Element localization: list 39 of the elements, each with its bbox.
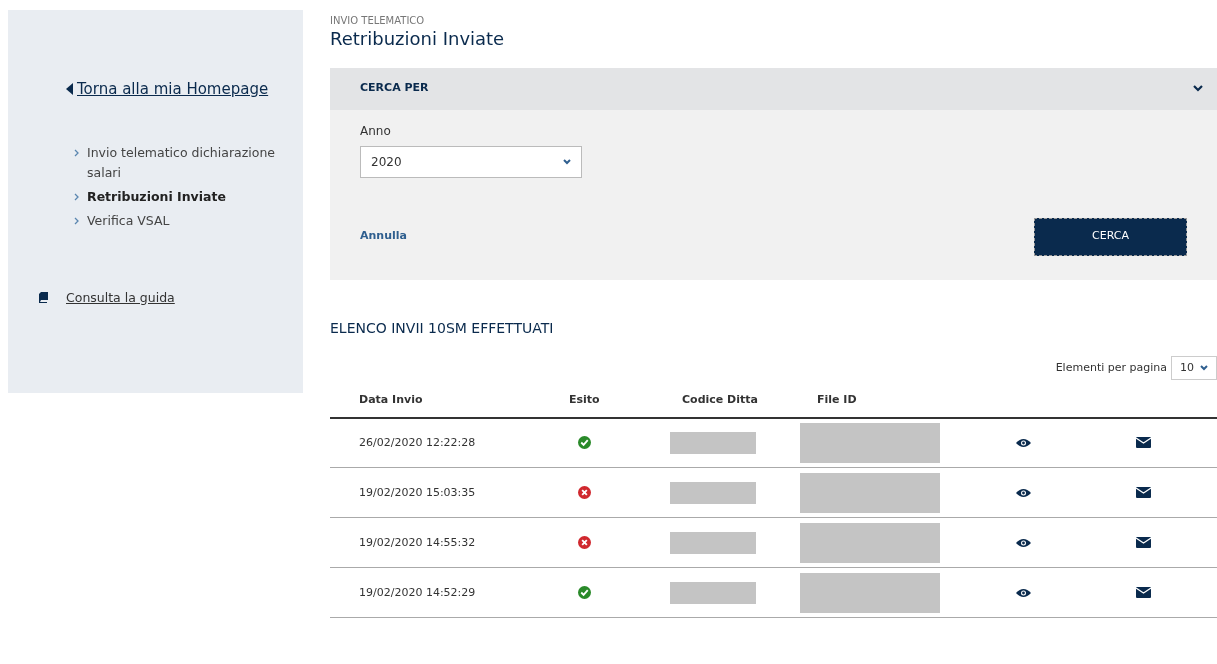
chevron-right-icon [74,216,79,225]
year-select[interactable]: 2020 [360,145,582,178]
sidebar-item[interactable]: Verifica VSAL [74,210,303,231]
search-button[interactable]: CERCA [1034,217,1187,256]
chevron-right-icon [74,148,79,157]
section-title: ELENCO INVII 10SM EFFETTUATI [330,319,555,337]
column-header: Esito [540,384,653,418]
eye-icon[interactable] [1016,437,1031,448]
guide-link[interactable]: Consulta la guida [66,288,175,308]
page-size-label: Elementi per pagina [1055,360,1167,377]
field-label: Anno [360,122,392,140]
chevron-right-icon [74,192,79,201]
column-header: File ID [788,384,978,418]
envelope-icon[interactable] [1135,487,1151,499]
eye-icon[interactable] [1016,587,1031,598]
page-eyebrow: INVIO TELEMATICO [330,14,426,28]
caret-left-icon [66,83,73,96]
page-size-select[interactable]: 10 [1171,356,1217,381]
table-cell: 19/02/2020 15:03:35 [359,485,476,499]
sidebar-item[interactable]: Retribuzioni Inviate [74,186,303,207]
sidebar-item[interactable]: Invio telematico dichiarazione salari [74,142,303,183]
cancel-link[interactable]: Annulla [360,228,407,245]
chevron-down-icon [1200,365,1208,372]
chevron-down-icon [563,158,571,165]
page-title: Retribuzioni Inviate [330,28,506,50]
table-cell: 19/02/2020 14:52:29 [359,585,476,599]
column-header: Codice Ditta [653,384,788,418]
eye-icon[interactable] [1016,537,1031,548]
envelope-icon[interactable] [1135,537,1151,549]
book-icon [39,292,48,304]
back-link[interactable]: Torna alla mia Homepage [66,78,269,101]
panel-header[interactable]: CERCA PER [330,67,1217,110]
panel-title: CERCA PER [360,80,429,97]
column-header: Data Invio [330,384,540,418]
envelope-icon[interactable] [1135,437,1151,449]
table-cell: 26/02/2020 12:22:28 [359,435,476,449]
eye-icon[interactable] [1016,487,1031,498]
table-cell: 19/02/2020 14:55:32 [359,535,476,549]
envelope-icon[interactable] [1135,587,1151,599]
